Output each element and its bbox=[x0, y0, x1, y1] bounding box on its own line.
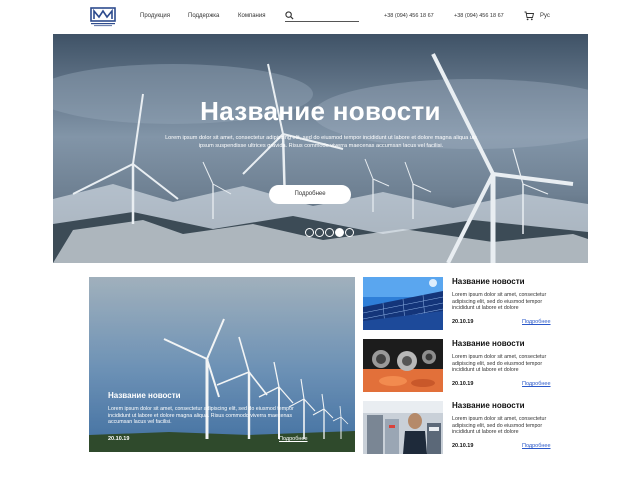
solar-panels-image bbox=[363, 277, 443, 330]
cart-icon[interactable] bbox=[524, 11, 534, 21]
featured-news-title[interactable]: Название новости bbox=[108, 391, 181, 400]
news-date: 20.10.19 bbox=[452, 443, 474, 449]
cables-image bbox=[363, 339, 443, 392]
news-date: 20.10.19 bbox=[452, 319, 474, 325]
news-excerpt: Lorem ipsum dolor sit amet, consectetur … bbox=[452, 416, 547, 436]
news-title[interactable]: Название новости bbox=[452, 339, 525, 348]
news-more-link[interactable]: Подробнее bbox=[522, 443, 551, 449]
featured-news-date: 20.10.19 bbox=[108, 436, 130, 442]
featured-news-card[interactable]: Название новости Lorem ipsum dolor sit a… bbox=[89, 277, 355, 452]
company-logo[interactable] bbox=[90, 7, 116, 27]
nav-products[interactable]: Продукция bbox=[140, 13, 170, 19]
hero-more-button[interactable]: Подробнее bbox=[269, 185, 351, 204]
news-excerpt: Lorem ipsum dolor sit amet, consectetur … bbox=[452, 292, 547, 312]
hero-title: Название новости bbox=[200, 96, 441, 126]
news-thumbnail-cables[interactable] bbox=[363, 339, 443, 392]
hero-slider: Название новости Lorem ipsum dolor sit a… bbox=[53, 34, 588, 263]
news-excerpt: Lorem ipsum dolor sit amet, consectetur … bbox=[452, 354, 547, 374]
news-thumbnail-workshop[interactable] bbox=[363, 401, 443, 454]
phone-number[interactable]: +38 (094) 456 18 67 bbox=[384, 13, 434, 19]
nav-support[interactable]: Поддержка bbox=[188, 13, 219, 19]
search-icon[interactable] bbox=[285, 11, 294, 20]
slider-dot[interactable] bbox=[325, 228, 334, 237]
news-list-item[interactable]: Название новости Lorem ipsum dolor sit a… bbox=[363, 339, 553, 394]
featured-news-excerpt: Lorem ipsum dolor sit amet, consectetur … bbox=[108, 406, 294, 426]
slider-dot-active[interactable] bbox=[335, 228, 344, 237]
hero-description: Lorem ipsum dolor sit amet, consectetur … bbox=[165, 135, 477, 149]
news-thumbnail-solar[interactable] bbox=[363, 277, 443, 330]
search-input[interactable] bbox=[285, 10, 359, 22]
news-date: 20.10.19 bbox=[452, 381, 474, 387]
nav-company[interactable]: Компания bbox=[238, 13, 265, 19]
language-switcher[interactable]: Рус bbox=[540, 13, 550, 19]
featured-news-more-link[interactable]: Подробнее bbox=[279, 436, 308, 442]
site-header: Продукция Поддержка Компания +38 (094) 4… bbox=[0, 0, 640, 34]
slider-dot[interactable] bbox=[345, 228, 354, 237]
news-more-link[interactable]: Подробнее bbox=[522, 381, 551, 387]
news-list-item[interactable]: Название новости Lorem ipsum dolor sit a… bbox=[363, 277, 553, 332]
phone-number[interactable]: +38 (094) 456 18 67 bbox=[454, 13, 504, 19]
slider-dot[interactable] bbox=[305, 228, 314, 237]
news-title[interactable]: Название новости bbox=[452, 401, 525, 410]
slider-dot[interactable] bbox=[315, 228, 324, 237]
workshop-image bbox=[363, 401, 443, 454]
news-title[interactable]: Название новости bbox=[452, 277, 525, 286]
news-more-link[interactable]: Подробнее bbox=[522, 319, 551, 325]
news-list-item[interactable]: Название новости Lorem ipsum dolor sit a… bbox=[363, 401, 553, 456]
